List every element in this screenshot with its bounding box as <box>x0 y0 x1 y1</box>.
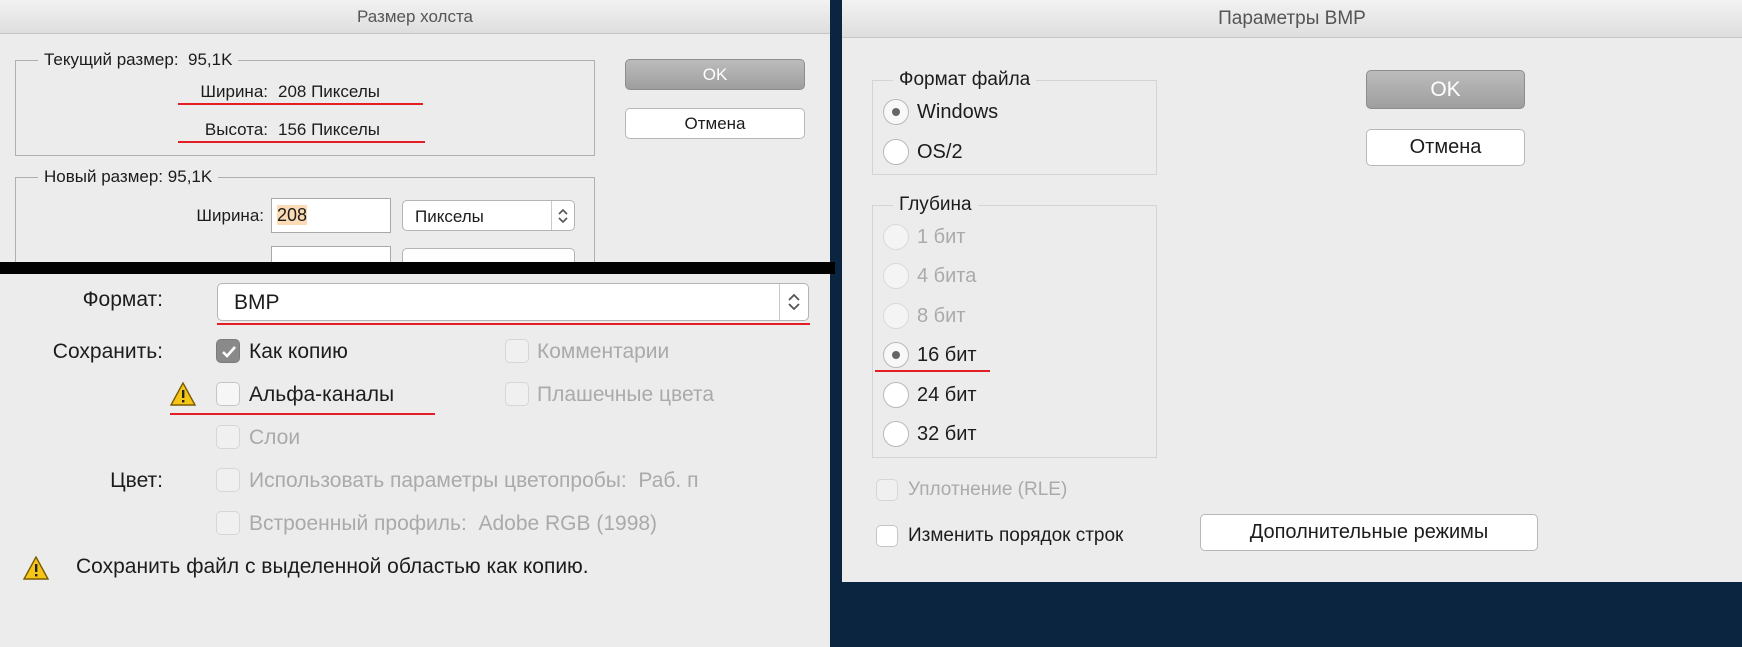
depth-32-label: 32 бит <box>917 423 977 445</box>
use-proof-label: Использовать параметры цветопробы: Раб. … <box>249 469 699 492</box>
stepper-arrows-icon <box>779 284 808 320</box>
depth-legend: Глубина <box>893 194 978 216</box>
comments-checkbox[interactable] <box>505 339 529 363</box>
depth-16-radio[interactable] <box>883 342 909 368</box>
format-value: BMP <box>234 291 280 314</box>
dialog-title: Размер холста <box>356 7 473 26</box>
spot-colors-checkbox[interactable] <box>505 382 529 406</box>
separator <box>0 262 835 274</box>
advanced-modes-button[interactable]: Дополнительные режимы <box>1200 514 1538 551</box>
rle-checkbox[interactable] <box>876 479 898 501</box>
ok-button[interactable]: OK <box>625 59 805 90</box>
checkmark-icon <box>222 346 236 358</box>
depth-group <box>872 205 1157 458</box>
current-height-value: 156 Пикселы <box>278 120 380 139</box>
format-select[interactable]: BMP <box>217 283 809 321</box>
current-size-legend: Текущий размер: 95,1K <box>38 50 239 70</box>
depth-8-label: 8 бит <box>917 305 966 327</box>
depth-32-radio[interactable] <box>883 421 909 447</box>
depth-4-label: 4 бита <box>917 265 977 287</box>
alpha-channels-checkbox[interactable] <box>216 382 240 406</box>
save-label: Сохранить: <box>52 340 163 363</box>
spot-colors-label: Плашечные цвета <box>537 383 714 406</box>
ok-button[interactable]: OK <box>1366 70 1525 109</box>
embed-profile-label: Встроенный профиль: Adobe RGB (1998) <box>249 512 658 535</box>
annotation-underline <box>217 323 810 325</box>
current-size-value: 95,1K <box>188 50 233 69</box>
as-copy-label: Как копию <box>249 340 348 363</box>
annotation-underline <box>875 370 990 372</box>
depth-1-radio[interactable] <box>883 224 909 250</box>
dialog-title: Параметры BMP <box>1218 8 1366 29</box>
current-width-label: Ширина: <box>200 82 268 101</box>
width-unit-value: Пикселы <box>415 207 484 226</box>
flip-rows-checkbox[interactable] <box>876 525 898 547</box>
new-size-legend: Новый размер: 95,1K <box>38 167 219 187</box>
depth-1-label: 1 бит <box>917 226 966 248</box>
depth-4-radio[interactable] <box>883 263 909 289</box>
color-label: Цвет: <box>110 469 163 492</box>
canvas-size-dialog: Размер холста Текущий размер: 95,1K Шири… <box>0 0 830 281</box>
cancel-button[interactable]: Отмена <box>1366 129 1525 166</box>
comments-label: Комментарии <box>537 340 670 363</box>
rle-label: Уплотнение (RLE) <box>908 479 1068 500</box>
windows-label: Windows <box>917 101 999 123</box>
flip-rows-label: Изменить порядок строк <box>908 525 1124 546</box>
new-width-label: Ширина: <box>196 206 264 225</box>
format-label: Формат: <box>82 288 163 311</box>
bmp-options-dialog: Параметры BMP Формат файла Windows OS/2 … <box>842 0 1742 582</box>
warning-icon <box>169 381 197 411</box>
file-format-legend: Формат файла <box>893 69 1037 91</box>
new-size-value: 95,1K <box>167 167 213 186</box>
os2-radio[interactable] <box>883 139 909 165</box>
warning-icon <box>22 555 50 585</box>
depth-24-label: 24 бит <box>917 384 977 406</box>
new-width-value: 208 <box>277 205 308 225</box>
embed-profile-checkbox[interactable] <box>216 511 240 535</box>
windows-radio[interactable] <box>883 99 909 125</box>
depth-24-radio[interactable] <box>883 382 909 408</box>
alpha-channels-label: Альфа-каналы <box>249 383 395 406</box>
use-proof-checkbox[interactable] <box>216 468 240 492</box>
as-copy-checkbox[interactable] <box>216 339 240 363</box>
depth-8-radio[interactable] <box>883 303 909 329</box>
save-options-panel: Формат: BMP Сохранить: Как копию Коммент… <box>0 274 830 647</box>
new-width-input[interactable]: 208 <box>271 198 391 233</box>
width-unit-select[interactable]: Пикселы <box>402 200 575 231</box>
annotation-underline <box>170 413 435 415</box>
file-format-group <box>872 80 1157 175</box>
annotation-underline <box>178 103 423 105</box>
layers-label: Слои <box>249 426 301 449</box>
current-height-label: Высота: <box>204 120 268 139</box>
os2-label: OS/2 <box>917 141 963 163</box>
annotation-underline <box>178 141 425 143</box>
stepper-arrows-icon <box>551 201 574 230</box>
dialog-titlebar: Размер холста <box>0 0 830 34</box>
current-width-value: 208 Пикселы <box>278 82 380 101</box>
warning-message: Сохранить файл с выделенной областью как… <box>76 555 589 578</box>
depth-16-label: 16 бит <box>917 344 977 366</box>
dialog-titlebar: Параметры BMP <box>842 0 1742 38</box>
cancel-button[interactable]: Отмена <box>625 108 805 139</box>
layers-checkbox[interactable] <box>216 425 240 449</box>
